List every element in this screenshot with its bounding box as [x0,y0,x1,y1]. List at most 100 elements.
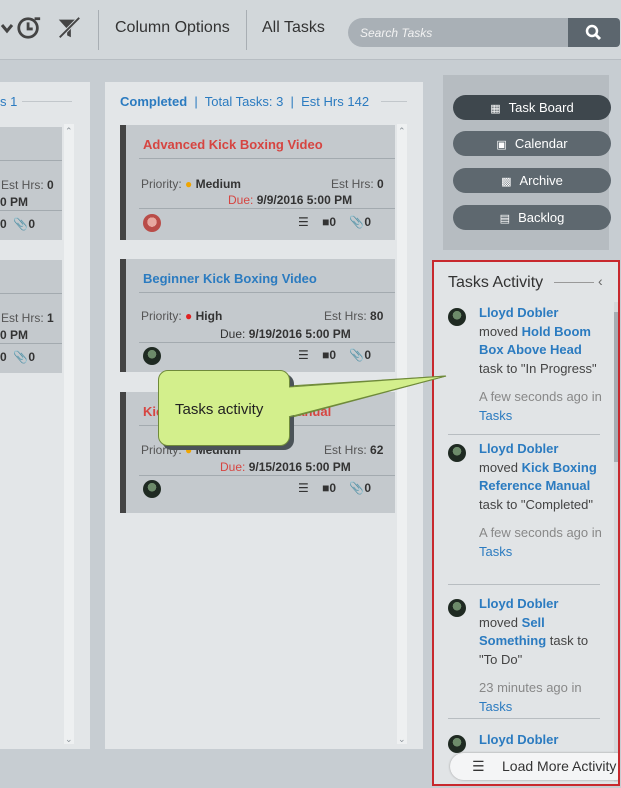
board-link[interactable]: Tasks [479,699,512,714]
card-meta: 0 📎0 [0,350,35,364]
task-title[interactable]: Beginner Kick Boxing Video [143,271,317,286]
avatar[interactable] [143,214,161,232]
list-icon: ☰ [472,758,485,774]
column-header: s 1 [0,94,18,109]
load-more-activity-button[interactable]: ☰ Load More Activity [450,753,618,780]
attachment-icon[interactable]: 📎 [349,215,364,229]
board-link[interactable]: Tasks [479,408,512,423]
card-divider [139,292,395,293]
archive-button[interactable]: ▩ Archive [453,168,611,193]
card-divider [0,210,62,211]
grid-icon: ▦ [490,103,501,115]
search-input[interactable] [348,18,568,47]
toolbar: Column Options All Tasks [0,0,621,60]
item-divider [448,718,600,719]
card-meta: ☰ ■0 📎0 [298,481,372,495]
column-scrollbar[interactable] [64,124,74,744]
collapse-chevron-icon[interactable]: ‹ [598,273,603,289]
left-column: s 1 ⌃ ⌄ Est Hrs: 0 0 PM 0 📎0 Est Hrs: 1 … [0,82,90,749]
card-divider [139,158,395,159]
clear-filter-icon[interactable] [56,14,82,42]
callout-text: Tasks activity [175,401,264,418]
activity-text: Lloyd Dobler moved Hold Boom Box Above H… [479,305,602,423]
est-hours: Est Hrs: 80 [324,309,384,323]
view-switcher: ▦ Task Board ▣ Calendar ▩ Archive ▤ Backlog [443,75,611,250]
column-scrollbar[interactable] [397,124,407,744]
title-divider [554,282,594,283]
card-divider [0,160,62,161]
user-link[interactable]: Lloyd Dobler [479,596,558,611]
priority: Priority: ● High [141,309,223,323]
calendar-button[interactable]: ▣ Calendar [453,131,611,156]
all-tasks-dropdown[interactable]: All Tasks [262,19,325,37]
checklist-icon[interactable]: ☰ [298,481,309,495]
priority: Priority: ● Medium [141,177,241,191]
due-date: Due: 9/9/2016 5:00 PM [228,193,353,207]
scroll-up-icon[interactable]: ⌃ [398,126,406,137]
avatar[interactable] [143,480,161,498]
avatar[interactable] [448,599,466,617]
card-divider [0,293,62,294]
due-date: 0 PM [0,195,29,209]
avatar[interactable] [448,735,466,753]
item-divider [448,434,600,435]
user-link[interactable]: Lloyd Dobler [479,305,558,320]
avatar[interactable] [448,308,466,326]
task-title[interactable]: Advanced Kick Boxing Video [143,137,323,152]
task-card[interactable]: Beginner Kick Boxing Video Priority: ● H… [120,259,395,372]
tasks-activity-panel: Tasks Activity ‹ Lloyd Dobler moved Hold… [432,260,620,786]
user-link[interactable]: Lloyd Dobler [479,732,558,747]
avatar[interactable] [448,444,466,462]
search-box [348,18,620,47]
callout-annotation: Tasks activity [158,370,290,446]
task-card[interactable]: Est Hrs: 1 0 PM 0 📎0 [0,260,62,373]
clock-filter-icon[interactable] [16,14,42,42]
calendar-icon: ▣ [496,139,507,151]
due-date: Due: 9/15/2016 5:00 PM [220,460,351,474]
user-link[interactable]: Lloyd Dobler [479,441,558,456]
attachment-icon: 📎 [13,350,29,364]
column-name: Completed [120,94,188,109]
search-button[interactable] [568,18,620,47]
panel-title: Tasks Activity [448,274,544,291]
toolbar-separator [246,10,247,50]
checklist-icon[interactable]: ☰ [298,348,309,362]
scroll-down-icon[interactable]: ⌄ [398,734,406,745]
est-hours: Est Hrs: 0 [331,177,384,191]
task-card[interactable]: Advanced Kick Boxing Video Priority: ● M… [120,125,395,240]
header-divider [22,101,72,102]
column-header: Completed | Total Tasks: 3 | Est Hrs 142 [120,94,370,109]
due-date: 0 PM [0,328,29,342]
card-meta: 0 📎0 [0,217,35,231]
header-divider [381,101,407,102]
backlog-icon: ▤ [499,213,511,225]
backlog-button[interactable]: ▤ Backlog [453,205,611,230]
item-divider [448,584,600,585]
activity-text: Lloyd Dobler moved Sell Something task t… [479,596,589,714]
attachment-icon: 📎 [13,217,29,231]
scrollbar-thumb[interactable] [614,312,618,462]
archive-icon: ▩ [501,176,512,188]
card-meta: ☰ ■0 📎0 [298,215,372,229]
search-icon [585,24,602,41]
scroll-up-icon[interactable]: ⌃ [65,126,73,137]
due-date: Due: 9/19/2016 5:00 PM [220,327,351,341]
card-divider [139,208,395,209]
attachment-icon[interactable]: 📎 [349,348,364,362]
task-board-button[interactable]: ▦ Task Board [453,95,611,120]
board-link[interactable]: Tasks [479,544,512,559]
checklist-icon[interactable]: ☰ [298,215,309,229]
est-hours: Est Hrs: 0 [1,178,54,192]
activity-text: Lloyd Dobler [479,731,603,750]
card-divider [139,342,395,343]
est-hours: Est Hrs: 62 [324,443,384,457]
avatar[interactable] [143,347,161,365]
toolbar-separator [98,10,99,50]
attachment-icon[interactable]: 📎 [349,481,364,495]
activity-text: Lloyd Dobler moved Kick Boxing Reference… [479,441,602,559]
scroll-down-icon[interactable]: ⌄ [65,734,73,745]
card-meta: ☰ ■0 📎0 [298,348,372,362]
column-options-button[interactable]: Column Options [115,19,230,37]
est-hours: Est Hrs: 1 [1,311,54,325]
task-card[interactable]: Est Hrs: 0 0 PM 0 📎0 [0,127,62,240]
